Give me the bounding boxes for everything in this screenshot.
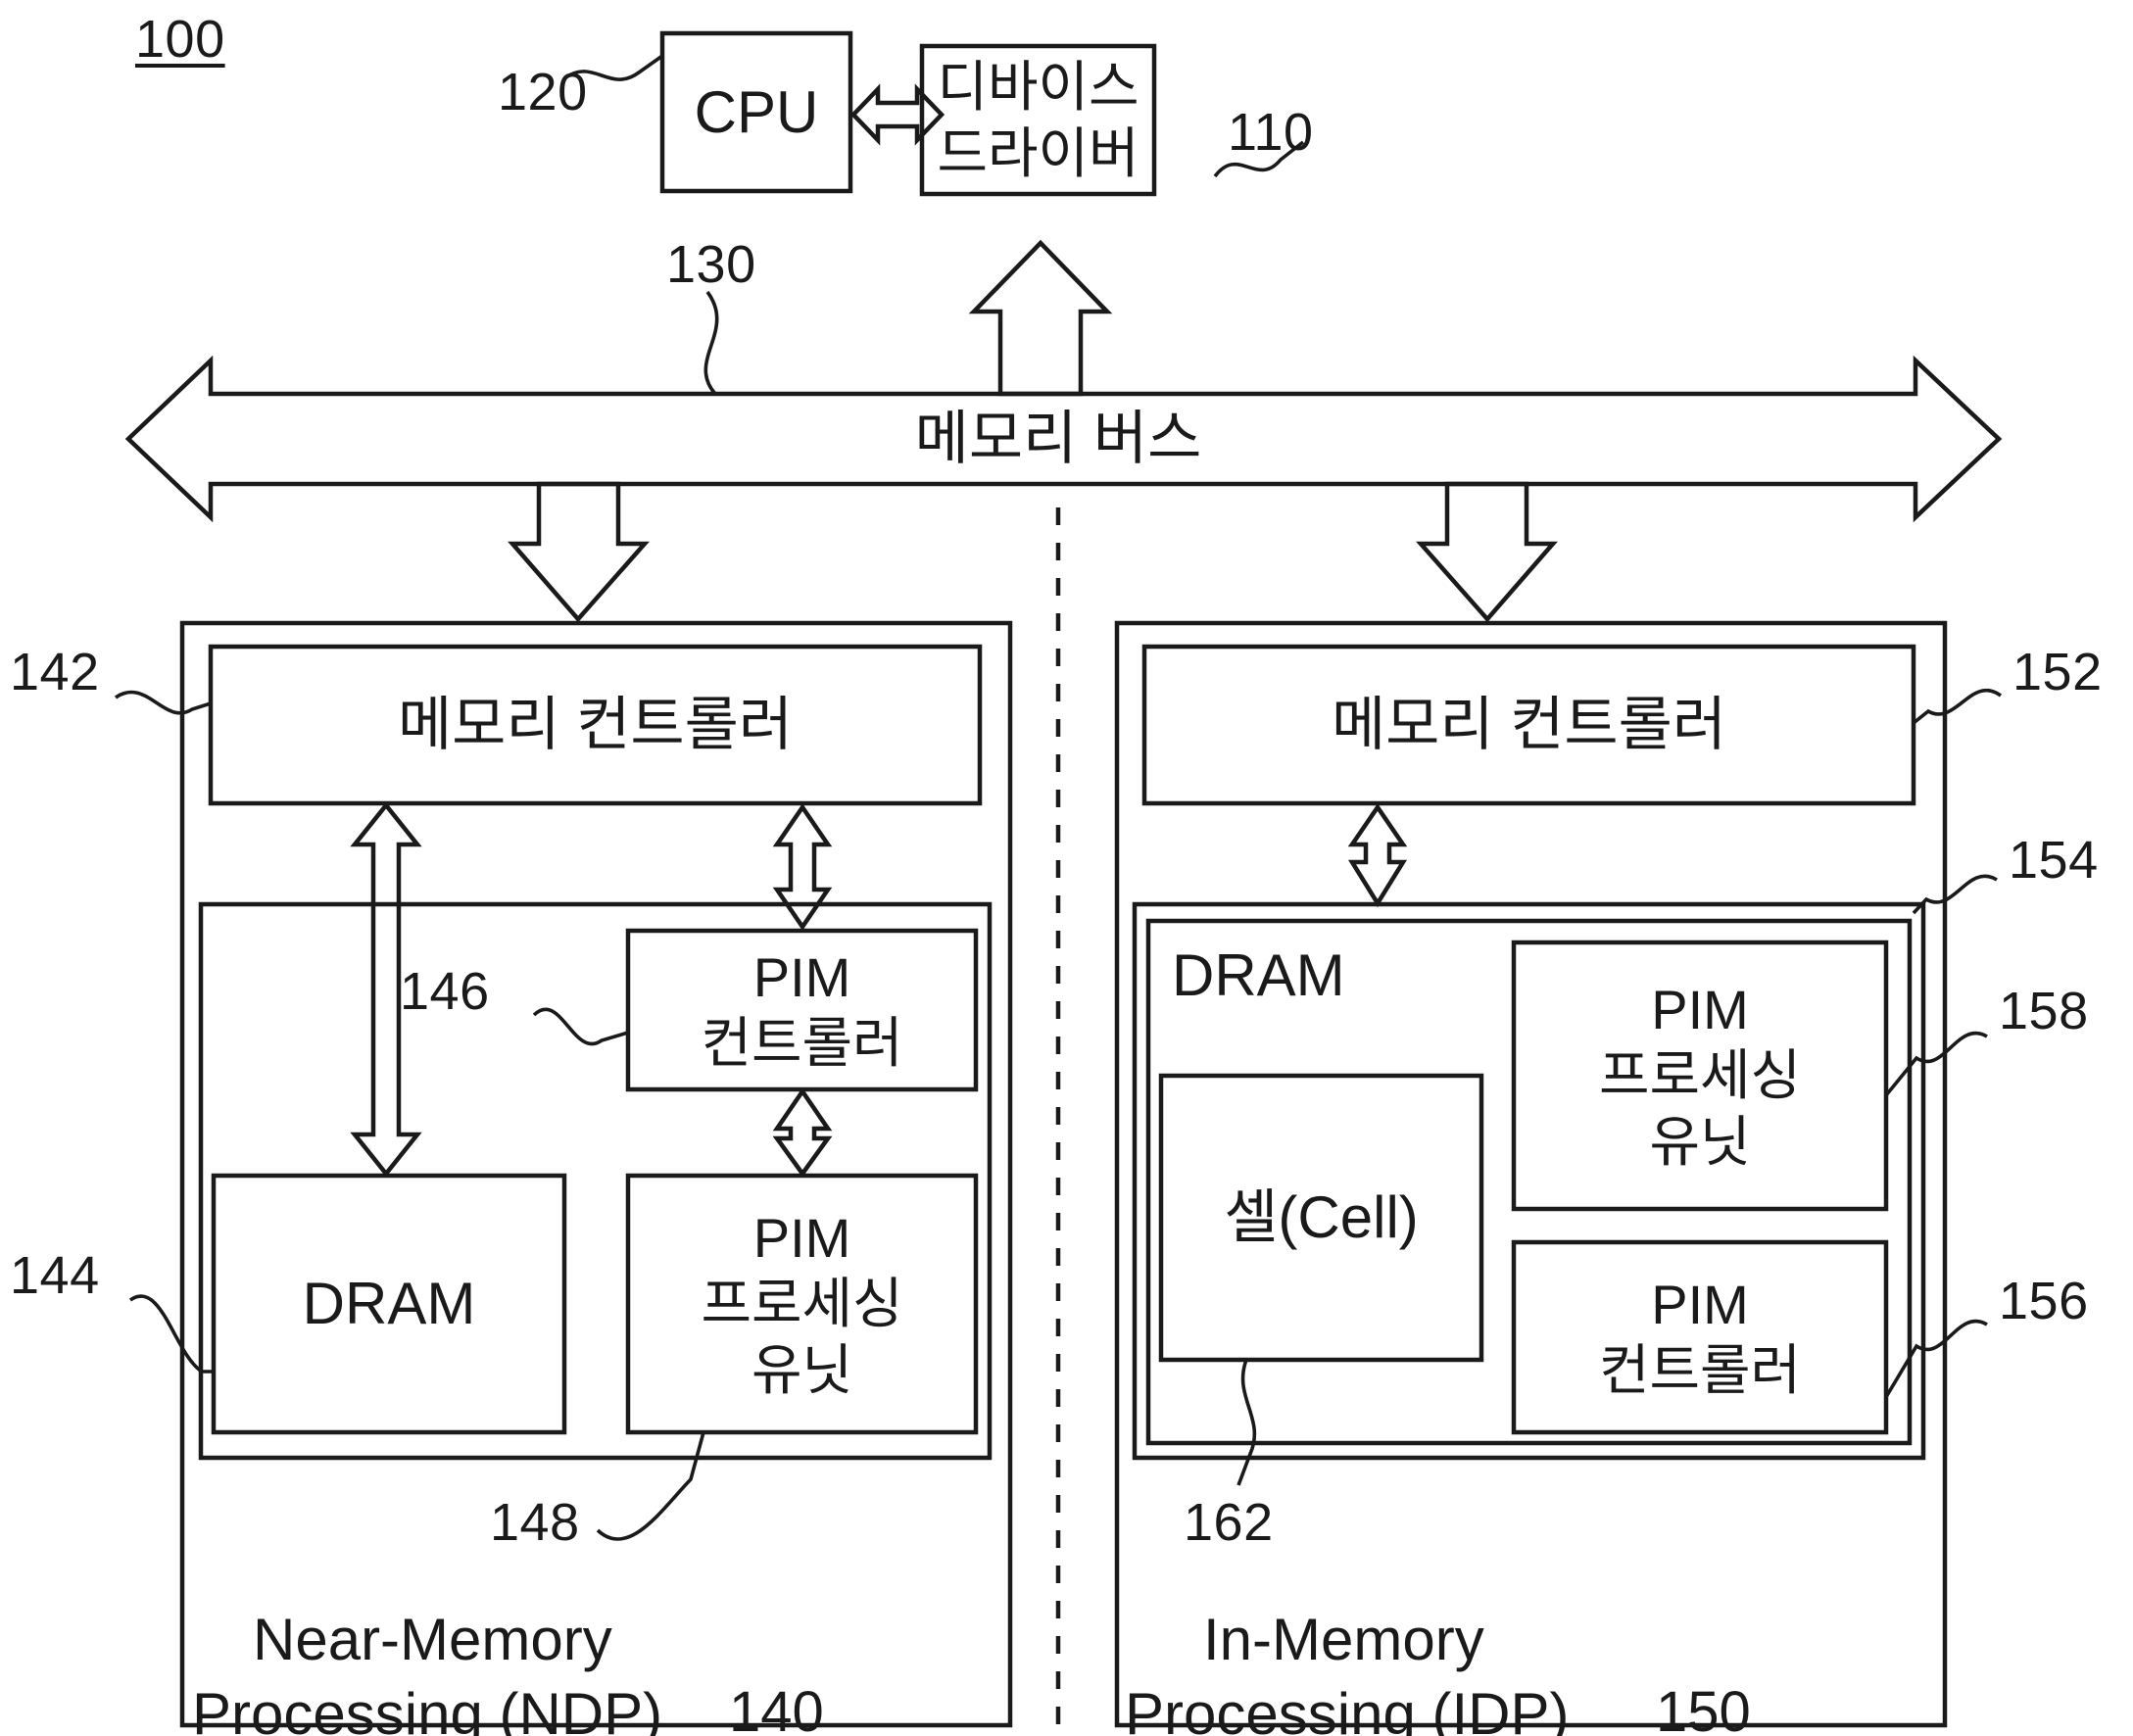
ndp-caption-line2: Processing (NDP) — [192, 1681, 663, 1736]
ndp-pimctrl-pimpu-arrow — [772, 1087, 833, 1178]
ref-154: 154 — [2009, 831, 2099, 890]
leader-154 — [1912, 874, 1998, 915]
ref-150: 150 — [1656, 1680, 1751, 1736]
ref-146: 146 — [400, 962, 490, 1021]
ndp-pim-processing-unit-label: PIM 프로세싱 유닛 — [701, 1207, 903, 1401]
idp-caption-line1: In-Memory — [1203, 1607, 1484, 1672]
ref-158: 158 — [1999, 982, 2089, 1040]
idp-caption-line2: Processing (IDP) — [1125, 1681, 1570, 1736]
ndp-dram-label: DRAM — [302, 1271, 476, 1336]
diagram-vector-layer — [114, 30, 2003, 1736]
ndp-pim-controller-label: PIM 컨트롤러 — [701, 945, 903, 1074]
leader-152 — [1912, 688, 2003, 725]
idp-mc-dram-arrow — [1347, 803, 1408, 908]
leader-142 — [114, 690, 212, 715]
ndp-memory-controller-label: 메모리 컨트롤러 — [397, 692, 794, 757]
ref-120: 120 — [498, 63, 588, 121]
leader-148 — [596, 1431, 705, 1541]
ref-152: 152 — [2012, 643, 2103, 701]
device-driver-label: 디바이스 드라이버 — [937, 56, 1139, 184]
leader-162 — [1236, 1359, 1257, 1486]
leader-144 — [128, 1294, 214, 1374]
ref-110: 110 — [1228, 103, 1314, 162]
idp-pim-controller-label: PIM 컨트롤러 — [1598, 1273, 1802, 1401]
leader-158 — [1884, 1031, 1988, 1097]
idp-dram-label: DRAM — [1172, 942, 1345, 1008]
ndp-mc-pimctrl-arrow — [772, 803, 833, 931]
idp-cell-label: 셀(Cell) — [1224, 1184, 1419, 1250]
leader-156 — [1884, 1319, 1988, 1398]
idp-pim-processing-unit-label: PIM 프로세싱 유닛 — [1598, 979, 1802, 1173]
figure-canvas: 100 CPU 120 디바이스 드라이버 110 메모리 버스 130 메모리… — [0, 0, 2133, 1736]
ref-144: 144 — [10, 1246, 100, 1305]
leader-146 — [532, 1007, 629, 1046]
ref-140: 140 — [729, 1680, 824, 1736]
figure-ref-100: 100 — [135, 10, 225, 69]
ref-142: 142 — [10, 643, 100, 701]
ref-148: 148 — [490, 1493, 580, 1552]
idp-memory-controller-label: 메모리 컨트롤러 — [1331, 692, 1727, 757]
memory-bus-label: 메모리 버스 — [914, 406, 1202, 471]
bus-to-idp-arrow — [1416, 481, 1558, 623]
ref-156: 156 — [1999, 1272, 2089, 1330]
bus-to-ndp-arrow — [508, 481, 650, 623]
ref-162: 162 — [1184, 1493, 1274, 1552]
bus-to-cpu-arrow — [968, 239, 1113, 397]
cpu-label: CPU — [694, 78, 819, 145]
leader-130 — [703, 290, 719, 396]
ref-130: 130 — [666, 235, 756, 294]
ndp-caption-line1: Near-Memory — [253, 1607, 612, 1672]
